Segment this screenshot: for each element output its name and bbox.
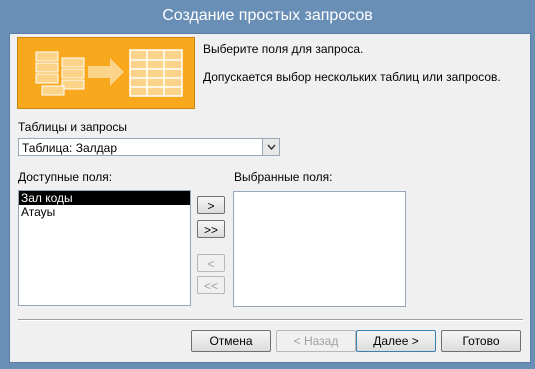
wizard-banner-image (17, 37, 195, 109)
remove-field-button[interactable]: < (197, 254, 225, 272)
list-item[interactable]: Зал коды (19, 191, 190, 205)
wizard-client-area: Выберите поля для запроса. Допускается в… (9, 33, 531, 363)
back-button[interactable]: < Назад (276, 330, 356, 352)
intro-text-1: Выберите поля для запроса. (203, 42, 364, 56)
tables-combobox[interactable]: Таблица: Залдар (18, 138, 280, 156)
remove-all-fields-button[interactable]: << (197, 276, 225, 294)
list-item[interactable]: Атауы (19, 205, 190, 219)
chevron-down-icon[interactable] (262, 139, 279, 155)
intro-text-2: Допускается выбор нескольких таблиц или … (203, 70, 501, 84)
wizard-window: Создание простых запросов Выберите поля … (0, 0, 535, 369)
selected-fields-label: Выбранные поля: (234, 170, 333, 184)
add-field-button[interactable]: > (197, 196, 225, 214)
available-fields-list[interactable]: Зал коды Атауы (18, 190, 191, 306)
title-bar[interactable]: Создание простых запросов (0, 0, 535, 33)
finish-button[interactable]: Готово (441, 330, 521, 352)
next-button[interactable]: Далее > (356, 330, 436, 352)
add-all-fields-button[interactable]: >> (197, 220, 225, 238)
cancel-button[interactable]: Отмена (191, 330, 271, 352)
selected-fields-list[interactable] (233, 191, 406, 307)
footer-divider (18, 319, 523, 321)
tables-label: Таблицы и запросы (18, 120, 128, 134)
window-title: Создание простых запросов (162, 7, 373, 24)
available-fields-label: Доступные поля: (18, 170, 113, 184)
tables-combobox-value: Таблица: Залдар (22, 141, 117, 155)
